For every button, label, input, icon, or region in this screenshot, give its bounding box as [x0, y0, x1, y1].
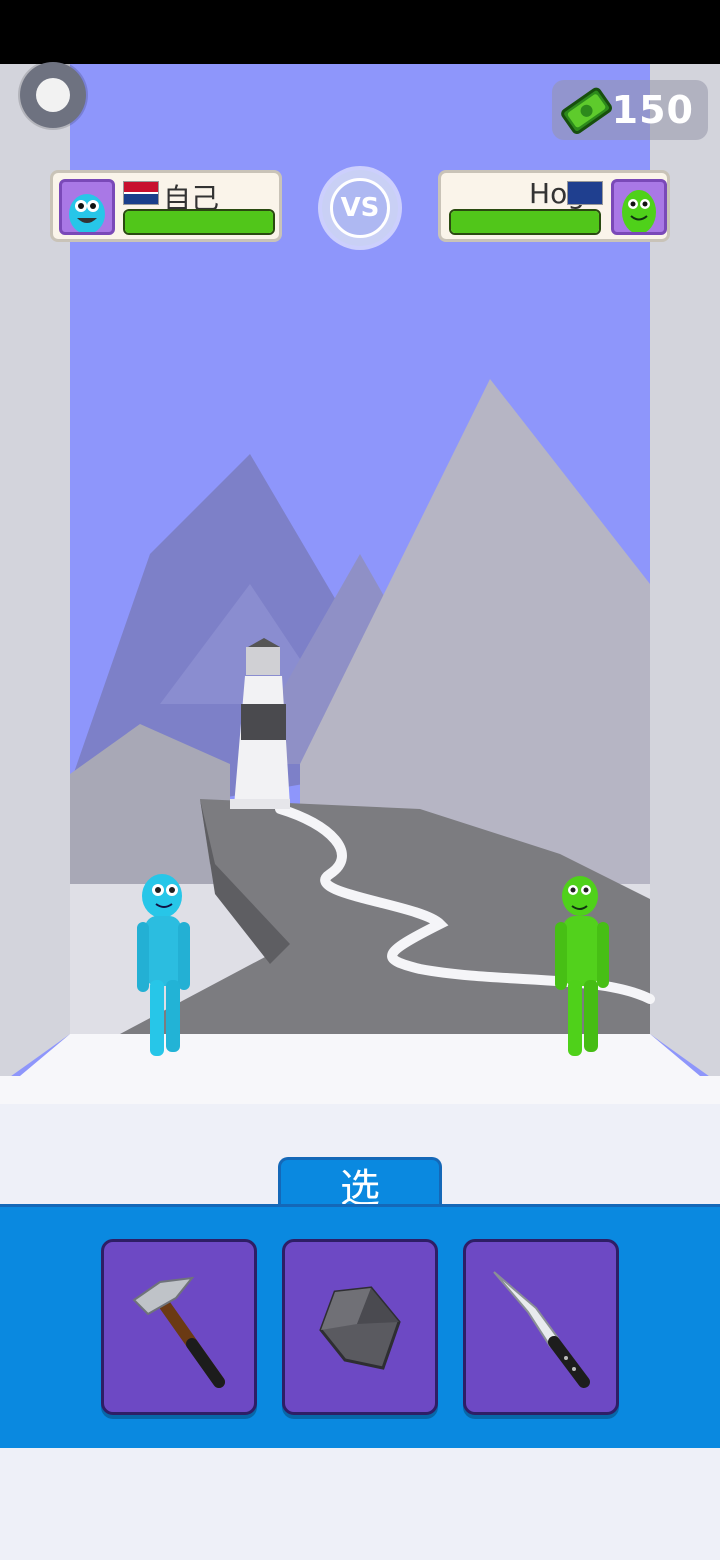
hammer-icon — [132, 1276, 225, 1388]
currency-amount: 150 — [611, 88, 694, 132]
player-health-fill — [125, 211, 273, 233]
knife-icon — [493, 1271, 590, 1388]
player-card: 自己 — [50, 170, 282, 242]
opponent-flag — [567, 181, 603, 205]
vs-badge: VS — [322, 170, 398, 246]
opponent-health-bar — [449, 209, 601, 235]
status-bar — [0, 0, 720, 64]
player-flag — [123, 181, 159, 205]
opponent-card: Hog — [438, 170, 670, 242]
weapon-slot-knife[interactable] — [463, 1239, 619, 1415]
settings-button[interactable] — [20, 62, 86, 128]
player-avatar — [59, 179, 115, 235]
cash-icon — [561, 87, 612, 135]
opponent-avatar — [611, 179, 667, 235]
weapon-slot-rock[interactable] — [282, 1239, 438, 1415]
vs-label: VS — [330, 178, 390, 238]
currency-display: 150 — [552, 80, 708, 140]
player-health-bar — [123, 209, 275, 235]
weapon-slot-hammer[interactable] — [101, 1239, 257, 1415]
settings-icon — [36, 78, 70, 112]
rock-icon — [319, 1286, 401, 1370]
opponent-health-fill — [451, 211, 599, 233]
weapon-panel — [0, 1204, 720, 1448]
